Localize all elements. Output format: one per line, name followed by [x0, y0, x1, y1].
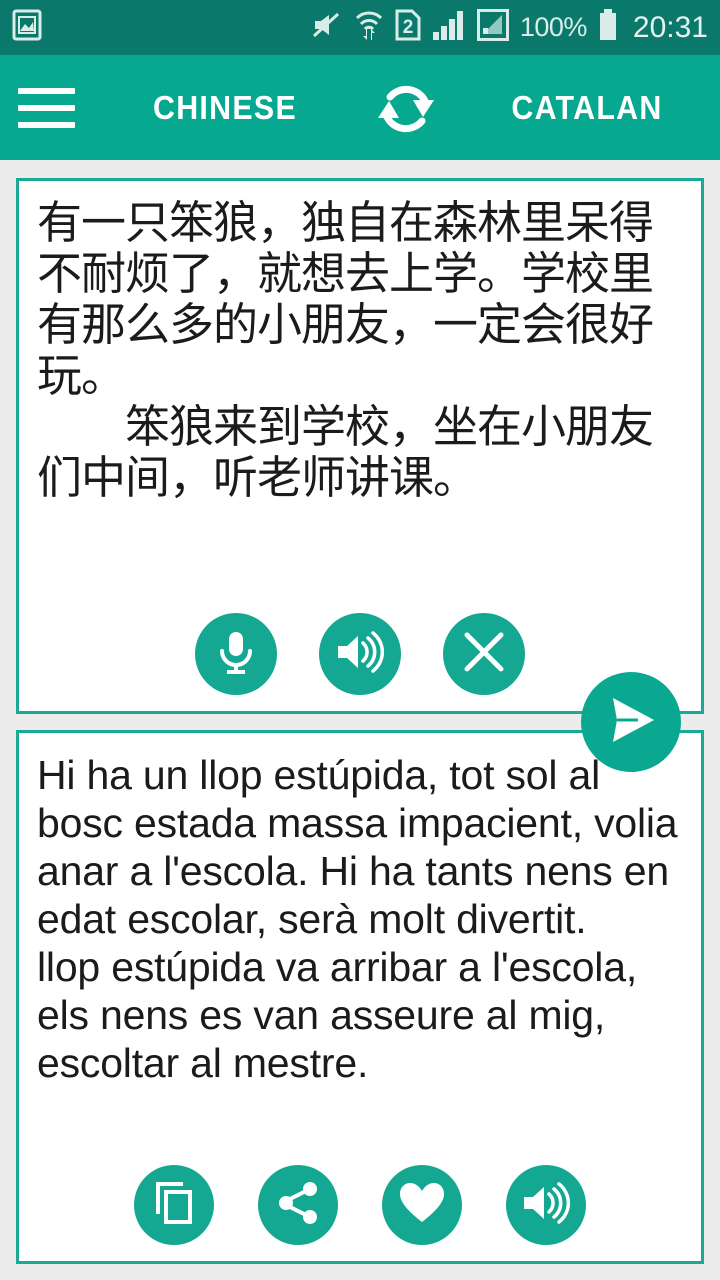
status-bar-notifications [12, 9, 42, 46]
image-icon [12, 9, 42, 46]
wifi-transfer-icon [354, 9, 384, 46]
menu-bar-3 [17, 121, 75, 128]
copy-icon [152, 1180, 196, 1231]
status-bar: 2 100% 20:31 [0, 0, 720, 55]
send-paper-plane-icon [600, 692, 662, 753]
microphone-button[interactable] [195, 613, 277, 695]
source-language-selector[interactable]: CHINESE [103, 89, 348, 127]
target-action-bar [19, 1165, 701, 1245]
target-text-card: Hi ha un llop estúpida, tot sol al bosc … [16, 730, 704, 1264]
translated-text: Hi ha un llop estúpida, tot sol al bosc … [37, 752, 678, 1086]
menu-bar-1 [17, 87, 75, 94]
svg-text:2: 2 [403, 17, 414, 38]
swap-languages-icon[interactable] [358, 55, 454, 160]
copy-button[interactable] [134, 1165, 214, 1245]
app-screen: 2 100% 20:31 CHINESE CATALAN 有一只笨狼，独自在森林… [0, 0, 720, 1280]
source-text-card: 有一只笨狼，独自在森林里呆得不耐烦了，就想去上学。学校里有那么多的小朋友，一定会… [16, 178, 704, 714]
mute-icon [311, 10, 343, 45]
speaker-icon [521, 1181, 571, 1230]
target-language-selector[interactable]: CATALAN [465, 89, 710, 127]
target-speak-button[interactable] [506, 1165, 586, 1245]
battery-percent-label: 100% [519, 12, 588, 42]
app-bar: CHINESE CATALAN [0, 55, 720, 160]
source-text-input[interactable]: 有一只笨狼，独自在森林里呆得不耐烦了，就想去上学。学校里有那么多的小朋友，一定会… [37, 197, 687, 503]
battery-full-icon [598, 9, 618, 46]
heart-icon [398, 1181, 446, 1230]
status-bar-indicators: 2 100% 20:31 [311, 9, 708, 46]
speaker-icon [335, 630, 385, 679]
share-icon [276, 1181, 320, 1230]
hamburger-menu-icon[interactable] [0, 55, 92, 160]
clear-text-button[interactable] [443, 613, 525, 695]
sim2-icon: 2 [395, 9, 421, 46]
source-speak-button[interactable] [319, 613, 401, 695]
menu-bar-2 [17, 104, 75, 111]
signal-boxed-icon [476, 9, 509, 46]
share-button[interactable] [258, 1165, 338, 1245]
microphone-icon [214, 628, 258, 681]
favorite-button[interactable] [382, 1165, 462, 1245]
signal-bars-icon [432, 9, 466, 46]
translate-send-button[interactable] [581, 672, 681, 772]
status-bar-clock: 20:31 [632, 10, 708, 44]
close-x-icon [462, 630, 506, 679]
